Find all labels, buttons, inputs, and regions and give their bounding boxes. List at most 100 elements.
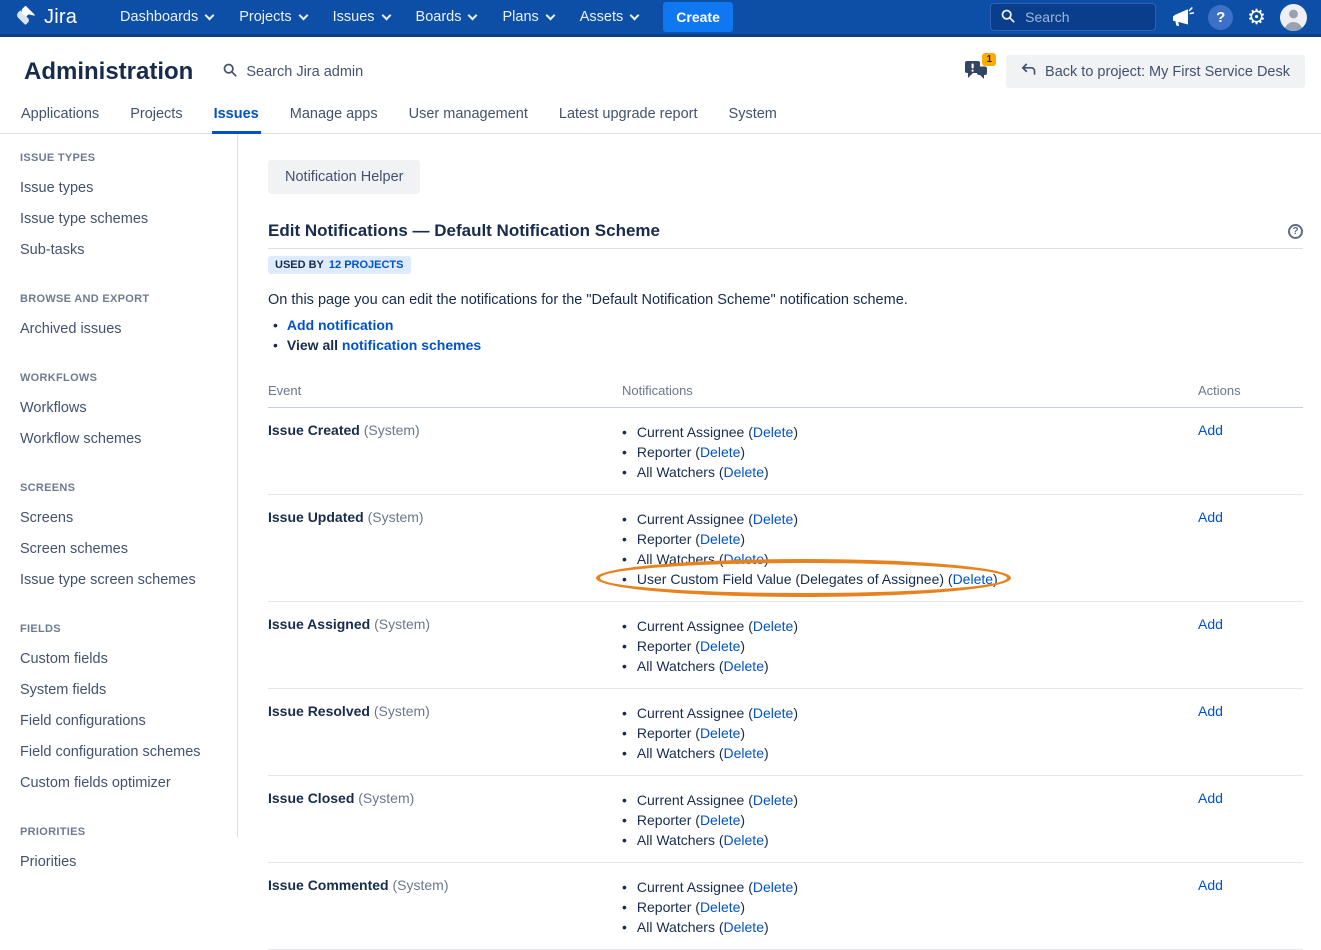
tab-user-management[interactable]: User management xyxy=(407,102,530,134)
topnav-issues[interactable]: Issues xyxy=(320,1,403,33)
delete-notification-link[interactable]: Delete xyxy=(753,424,793,440)
add-notification-link[interactable]: Add xyxy=(1198,877,1223,893)
delete-notification-link[interactable]: Delete xyxy=(953,571,993,587)
sidebar-item-system-fields[interactable]: System fields xyxy=(20,675,237,706)
add-notification-link[interactable]: Add xyxy=(1198,422,1223,438)
topnav-projects[interactable]: Projects xyxy=(226,1,319,33)
delete-notification-link[interactable]: Delete xyxy=(724,919,764,935)
admin-sidebar: ISSUE TYPES Issue typesIssue type schemes… xyxy=(0,134,238,837)
delete-notification-link[interactable]: Delete xyxy=(724,745,764,761)
sidebar-heading-screens: SCREENS xyxy=(20,482,237,494)
notification-label-close: ) xyxy=(740,531,745,547)
notification-label: Reporter ( xyxy=(637,638,700,654)
event-cell: Issue Assigned (System) xyxy=(268,602,622,689)
notification-label: Reporter ( xyxy=(637,725,700,741)
notification-label-close: ) xyxy=(793,424,798,440)
sidebar-item-custom-fields[interactable]: Custom fields xyxy=(20,644,237,675)
notification-item: Current Assignee (Delete) xyxy=(622,790,798,810)
delete-notification-link[interactable]: Delete xyxy=(724,551,764,567)
sidebar-item-screens[interactable]: Screens xyxy=(20,503,237,534)
create-button[interactable]: Create xyxy=(663,2,733,32)
sidebar-item-workflows[interactable]: Workflows xyxy=(20,393,237,424)
topnav-label: Issues xyxy=(333,9,375,25)
event-system-suffix: (System) xyxy=(374,703,430,719)
sidebar-item-priorities[interactable]: Priorities xyxy=(20,847,237,878)
topnav-boards[interactable]: Boards xyxy=(403,1,490,33)
delete-notification-link[interactable]: Delete xyxy=(753,792,793,808)
tab-manage-apps[interactable]: Manage apps xyxy=(288,102,380,134)
help-question-icon[interactable]: ? xyxy=(1288,224,1303,239)
global-search-input[interactable] xyxy=(1023,8,1133,26)
topnav-assets[interactable]: Assets xyxy=(567,1,652,33)
back-to-project-button[interactable]: Back to project: My First Service Desk xyxy=(1006,55,1305,88)
sidebar-item-archived-issues[interactable]: Archived issues xyxy=(20,314,237,345)
sidebar-item-issue-type-screen-schemes[interactable]: Issue type screen schemes xyxy=(20,565,237,596)
sidebar-item-issue-type-schemes[interactable]: Issue type schemes xyxy=(20,204,237,235)
event-name: Issue Commented xyxy=(268,877,389,893)
user-avatar[interactable] xyxy=(1280,4,1307,31)
notification-item: All Watchers (Delete) xyxy=(622,462,769,482)
global-search[interactable] xyxy=(990,3,1156,31)
notification-label: All Watchers ( xyxy=(637,464,724,480)
sidebar-item-screen-schemes[interactable]: Screen schemes xyxy=(20,534,237,565)
notification-helper-button[interactable]: Notification Helper xyxy=(268,160,420,194)
table-row: Issue Updated (System)Current Assignee (… xyxy=(268,495,1303,602)
tab-latest-upgrade-report[interactable]: Latest upgrade report xyxy=(557,102,700,134)
jira-logo-text: Jira xyxy=(44,6,77,29)
tab-projects[interactable]: Projects xyxy=(128,102,184,134)
sidebar-item-workflow-schemes[interactable]: Workflow schemes xyxy=(20,424,237,455)
chevron-down-icon xyxy=(298,10,308,20)
delete-notification-link[interactable]: Delete xyxy=(753,618,793,634)
sidebar-heading-issue-types: ISSUE TYPES xyxy=(20,152,237,164)
used-by-projects-link[interactable]: 12 PROJECTS xyxy=(329,259,404,271)
sidebar-item-issue-types[interactable]: Issue types xyxy=(20,173,237,204)
delete-notification-link[interactable]: Delete xyxy=(700,531,740,547)
topnav-plans[interactable]: Plans xyxy=(489,1,566,33)
notification-label: Reporter ( xyxy=(637,899,700,915)
add-notification-link[interactable]: Add xyxy=(1198,509,1223,525)
add-notification-link[interactable]: Add xyxy=(1198,703,1223,719)
chevron-down-icon xyxy=(630,10,640,20)
notification-schemes-link[interactable]: notification schemes xyxy=(342,337,481,353)
delete-notification-link[interactable]: Delete xyxy=(700,725,740,741)
topnav-dashboards[interactable]: Dashboards xyxy=(107,1,226,33)
delete-notification-link[interactable]: Delete xyxy=(700,444,740,460)
notification-label-close: ) xyxy=(764,658,769,674)
announcements-megaphone-icon[interactable] xyxy=(1170,6,1194,28)
sidebar-item-sub-tasks[interactable]: Sub-tasks xyxy=(20,235,237,266)
tab-issues[interactable]: Issues xyxy=(212,102,261,134)
help-icon[interactable]: ? xyxy=(1208,5,1233,30)
notification-label: Current Assignee ( xyxy=(637,424,753,440)
event-name: Issue Assigned xyxy=(268,616,370,632)
sidebar-item-custom-fields-optimizer[interactable]: Custom fields optimizer xyxy=(20,768,237,799)
tab-applications[interactable]: Applications xyxy=(19,102,101,134)
add-notification-link[interactable]: Add notification xyxy=(287,317,394,333)
admin-search-input[interactable] xyxy=(244,63,414,81)
sidebar-section-issue-types: ISSUE TYPES Issue typesIssue type schemes… xyxy=(20,152,237,266)
top-navigation-bar: Jira DashboardsProjects Issues BoardsPlans… xyxy=(0,0,1321,37)
feedback-bubbles-icon[interactable]: 1 xyxy=(964,58,994,86)
settings-gear-icon[interactable]: ⚙ xyxy=(1247,7,1266,28)
event-name: Issue Created xyxy=(268,422,360,438)
delete-notification-link[interactable]: Delete xyxy=(700,812,740,828)
sidebar-item-field-configurations[interactable]: Field configurations xyxy=(20,706,237,737)
add-notification-link[interactable]: Add xyxy=(1198,616,1223,632)
delete-notification-link[interactable]: Delete xyxy=(700,638,740,654)
column-header-actions: Actions xyxy=(1198,377,1303,408)
actions-cell: Add xyxy=(1198,689,1303,776)
sidebar-item-field-configuration-schemes[interactable]: Field configuration schemes xyxy=(20,737,237,768)
delete-notification-link[interactable]: Delete xyxy=(753,511,793,527)
delete-notification-link[interactable]: Delete xyxy=(700,899,740,915)
notification-item: Reporter (Delete) xyxy=(622,723,745,743)
delete-notification-link[interactable]: Delete xyxy=(724,464,764,480)
admin-search[interactable] xyxy=(223,63,414,81)
add-notification-link[interactable]: Add xyxy=(1198,790,1223,806)
delete-notification-link[interactable]: Delete xyxy=(753,705,793,721)
tab-system[interactable]: System xyxy=(727,102,779,134)
notification-label: Current Assignee ( xyxy=(637,511,753,527)
delete-notification-link[interactable]: Delete xyxy=(753,879,793,895)
delete-notification-link[interactable]: Delete xyxy=(724,658,764,674)
jira-logo[interactable]: Jira xyxy=(14,4,77,30)
event-cell: Issue Closed (System) xyxy=(268,776,622,863)
event-system-suffix: (System) xyxy=(392,877,448,893)
